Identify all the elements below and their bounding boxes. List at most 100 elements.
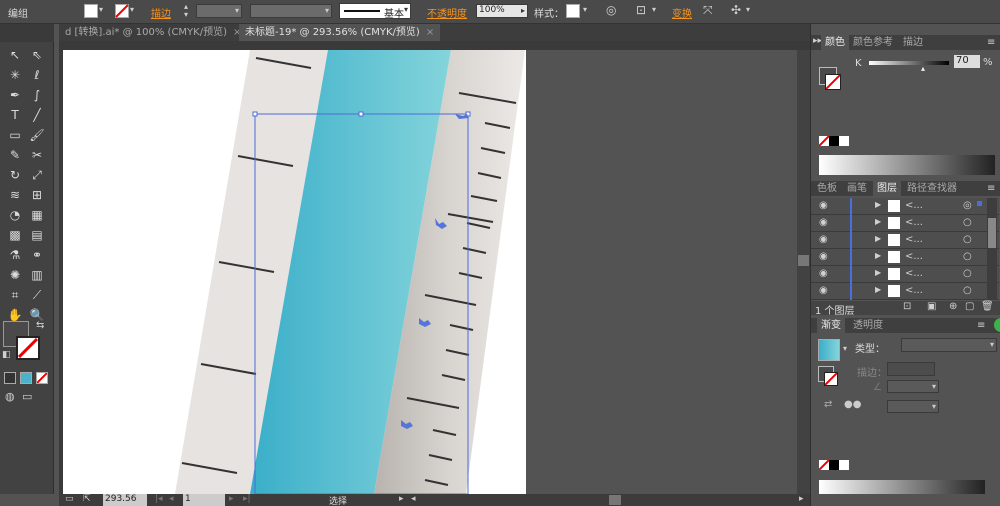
tab-swatches[interactable]: 色板 <box>813 181 841 196</box>
target-icon[interactable]: ○ <box>963 234 972 245</box>
tab-stroke[interactable]: 描边 <box>899 35 927 50</box>
opacity-label[interactable]: 不透明度 <box>427 5 467 20</box>
artboard-nav-icon[interactable]: ▭ <box>65 494 74 504</box>
brush-definition-dropdown[interactable]: 基本 ▾ <box>339 3 411 20</box>
expand-icon[interactable]: ▶ <box>875 285 881 294</box>
more-dropdown-icon[interactable]: ▾ <box>746 5 750 14</box>
delete-layer-icon[interactable]: 🗑 <box>981 301 994 312</box>
eye-icon[interactable]: ◉ <box>819 217 828 228</box>
tools-panel-header[interactable] <box>0 24 54 42</box>
graphic-style-swatch[interactable] <box>566 4 580 18</box>
scroll-thumb[interactable] <box>798 255 809 266</box>
rotate-tool-icon[interactable]: ↻ <box>5 166 25 184</box>
share-icon[interactable]: ⇱ <box>83 494 91 504</box>
tab-brushes[interactable]: 画笔 <box>843 181 871 196</box>
stroke-swatch[interactable] <box>115 4 129 18</box>
curvature-tool-icon[interactable]: ∫ <box>27 86 47 104</box>
eyedropper-tool-icon[interactable]: ⚗ <box>5 246 25 264</box>
scissors-tool-icon[interactable]: ✂ <box>27 146 47 164</box>
gradient-type-select[interactable]: ▾ <box>901 338 997 352</box>
black-swatch[interactable] <box>829 136 839 146</box>
paintbrush-tool-icon[interactable]: 🖌 <box>27 126 47 144</box>
rectangle-tool-icon[interactable]: ▭ <box>5 126 25 144</box>
selection-tool-icon[interactable]: ↖ <box>5 46 25 64</box>
stroke-label[interactable]: 描边 <box>151 5 171 20</box>
layer-row[interactable]: ◉ ▶ <... ○ <box>811 215 999 232</box>
none-swatch[interactable] <box>818 135 830 147</box>
expand-icon[interactable]: ▶ <box>875 268 881 277</box>
vertical-scrollbar[interactable] <box>797 50 810 494</box>
color-mode-icon[interactable] <box>4 372 16 384</box>
selection-handle[interactable] <box>358 111 364 117</box>
gradient-preview-dropdown-icon[interactable]: ▾ <box>843 344 847 353</box>
swap-colors-icon[interactable]: ⇆ <box>36 320 44 331</box>
target-icon[interactable]: ○ <box>963 268 972 279</box>
column-graph-tool-icon[interactable]: ▥ <box>27 266 47 284</box>
close-icon[interactable]: × <box>426 27 434 38</box>
stroke-weight-stepper[interactable]: ▴ ▾ <box>184 3 188 19</box>
eye-icon[interactable]: ◉ <box>819 285 828 296</box>
white-swatch[interactable] <box>839 136 849 146</box>
more-options-icon[interactable]: ✣ <box>731 3 741 17</box>
style-dropdown-icon[interactable]: ▾ <box>583 5 587 14</box>
eye-icon[interactable]: ◉ <box>819 234 828 245</box>
target-icon[interactable]: ○ <box>963 285 972 296</box>
recolor-icon[interactable]: ◎ <box>606 3 616 17</box>
prev-artboard-icon[interactable]: ◂ <box>169 494 174 504</box>
stroke-weight-input[interactable]: ▾ <box>196 4 242 18</box>
layer-name[interactable]: <... <box>905 217 923 228</box>
gradient-stroke-box[interactable] <box>824 372 838 386</box>
tab-document-1[interactable]: d [转换].ai* @ 100% (CMYK/预览) × <box>59 24 247 41</box>
direct-selection-tool-icon[interactable]: ⇖ <box>27 46 47 64</box>
horizontal-ruler[interactable] <box>59 41 810 50</box>
screen-mode-icon[interactable]: ▭ <box>22 390 32 403</box>
scale-tool-icon[interactable]: ⤢ <box>27 166 47 184</box>
draw-mode-icon[interactable]: ◍ <box>5 390 15 403</box>
tab-color-guide[interactable]: 颜色参考 <box>849 35 897 50</box>
new-sublayer-icon[interactable]: ⊕ <box>949 301 957 312</box>
type-tool-icon[interactable]: T <box>5 106 25 124</box>
expand-icon[interactable]: ▶ <box>875 200 881 209</box>
blend-tool-icon[interactable]: ⚭ <box>27 246 47 264</box>
variable-width-dropdown[interactable]: ▾ <box>250 4 332 18</box>
color-spectrum[interactable] <box>819 155 995 175</box>
new-layer-icon[interactable]: ▢ <box>965 301 974 312</box>
gradient-preview[interactable] <box>818 339 840 361</box>
reverse-gradient-icon[interactable]: ⇄ <box>824 399 832 410</box>
transform-label[interactable]: 变换 <box>672 5 692 20</box>
slice-tool-icon[interactable]: ⟋ <box>27 286 47 304</box>
stroke-color-box[interactable] <box>825 74 841 90</box>
lasso-tool-icon[interactable]: ℓ <box>27 66 47 84</box>
gradient-stop-icon[interactable]: ●● <box>844 399 861 410</box>
layer-name[interactable]: <... <box>905 234 923 245</box>
none-swatch[interactable] <box>818 459 830 471</box>
hscroll-left-icon[interactable]: ◂ <box>411 494 416 504</box>
layer-name[interactable]: <... <box>905 285 923 296</box>
k-slider-thumb[interactable]: ▴ <box>921 64 925 73</box>
panel-menu-icon[interactable]: ≡ <box>977 320 985 331</box>
perspective-grid-tool-icon[interactable]: ▦ <box>27 206 47 224</box>
gradient-mode-icon[interactable] <box>20 372 32 384</box>
layers-scrollbar[interactable] <box>987 198 997 300</box>
angle-input[interactable]: ▾ <box>887 380 939 393</box>
layer-name[interactable]: <... <box>905 268 923 279</box>
first-artboard-icon[interactable]: |◂ <box>155 494 163 504</box>
warp-tool-icon[interactable]: ≋ <box>5 186 25 204</box>
layer-row[interactable]: ◉ ▶ <... ◎ <box>811 198 999 215</box>
expand-icon[interactable]: ▶ <box>875 234 881 243</box>
symbol-sprayer-tool-icon[interactable]: ✺ <box>5 266 25 284</box>
tab-transparency[interactable]: 透明度 <box>849 318 887 333</box>
fill-swatch[interactable] <box>84 4 98 18</box>
canvas-area[interactable] <box>63 50 810 494</box>
none-mode-icon[interactable] <box>36 372 48 384</box>
hscroll-right-icon[interactable]: ▸ <box>799 494 804 504</box>
tab-gradient[interactable]: 渐变 <box>817 318 845 333</box>
tab-layers[interactable]: 图层 <box>873 181 901 196</box>
locate-object-icon[interactable]: ⊡ <box>903 301 911 312</box>
stroke-color-box[interactable] <box>16 336 40 360</box>
opacity-input[interactable]: 100% ▸ <box>476 4 528 18</box>
fill-dropdown-icon[interactable]: ▾ <box>99 5 103 14</box>
line-tool-icon[interactable]: ╱ <box>27 106 47 124</box>
expand-icon[interactable]: ▶ <box>875 217 881 226</box>
status-menu-icon[interactable]: ▸ <box>399 494 404 504</box>
